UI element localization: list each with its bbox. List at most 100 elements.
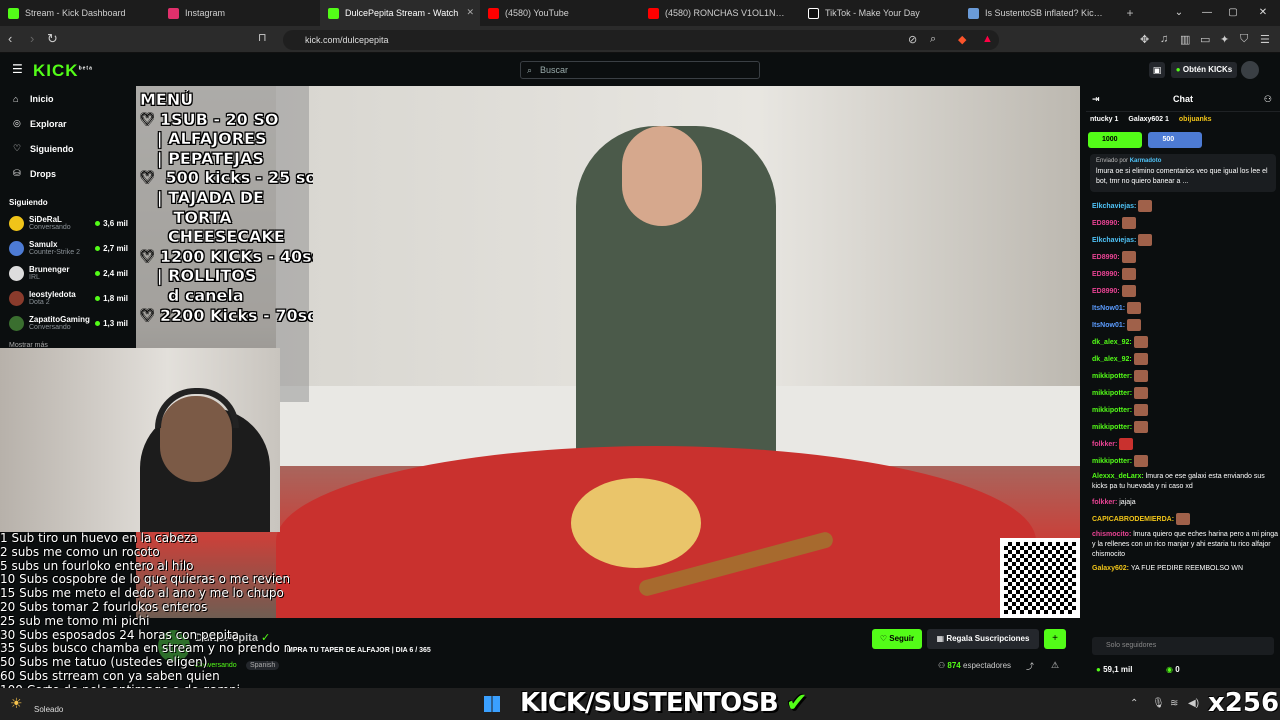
chat-username[interactable]: mikkipotter:	[1092, 407, 1132, 414]
chat-username[interactable]: Galaxy602:	[1092, 565, 1129, 572]
brave-shield-icon[interactable]: ◆	[958, 33, 966, 46]
chat-panel: ⇥ Chat ⚇ ntucky 1 Galaxy602 1 obijuanks …	[1086, 86, 1280, 688]
weather-label[interactable]: Soleado	[34, 705, 63, 714]
browser-tab-bar: Stream - Kick Dashboard Instagram DulceP…	[0, 0, 1280, 26]
collapse-chat-icon[interactable]: ⇥	[1092, 86, 1100, 112]
chat-username[interactable]: ED8990:	[1092, 271, 1120, 278]
zoom-icon[interactable]: ⌕	[930, 33, 936, 46]
rewards-icon[interactable]: ▲	[982, 33, 993, 45]
wifi-icon[interactable]: ≋	[1170, 698, 1178, 709]
chat-username[interactable]: mikkipotter:	[1092, 424, 1132, 431]
chat-username[interactable]: chismocito:	[1092, 531, 1131, 538]
browser-tab[interactable]: Instagram	[160, 0, 320, 26]
browser-tab[interactable]: Is SustentoSB inflated? Kick eng	[960, 0, 1120, 26]
followed-channel[interactable]: Brunenger IRL 2,4 mil	[0, 263, 136, 288]
browser-tab[interactable]: Stream - Kick Dashboard	[0, 0, 160, 26]
sidebar-item-siguiendo[interactable]: ♡ Siguiendo	[0, 136, 136, 161]
browser-tab[interactable]: (4580) RONCHAS V1OL1N - PIURA	[640, 0, 800, 26]
avatar[interactable]	[1241, 61, 1259, 79]
browser-tab-active[interactable]: DulcePepita Stream - Watch ✕	[320, 0, 480, 26]
chat-username[interactable]: Elkchaviejas:	[1092, 203, 1136, 210]
chat-username[interactable]: Elkchaviejas:	[1092, 237, 1136, 244]
chat-username[interactable]: dk_alex_92:	[1092, 356, 1132, 363]
kick-header: ☰ KICKbeta ⌕ Buscar ▣ ● Obtén KICKs	[0, 53, 1280, 86]
gifter-name[interactable]: Galaxy602 1	[1128, 116, 1168, 128]
chat-input[interactable]: Solo seguidores	[1092, 637, 1274, 655]
forward-icon[interactable]: ›	[30, 31, 34, 46]
tab-search-icon[interactable]: ⌄	[1166, 0, 1192, 26]
mic-icon[interactable]: 🎙	[1152, 698, 1165, 709]
minimize-icon[interactable]: —	[1194, 0, 1220, 26]
chat-message: mikkipotter:	[1092, 419, 1280, 436]
emote-icon	[1121, 268, 1136, 281]
chat-message: ItsNow01:	[1092, 317, 1280, 334]
chat-username[interactable]: mikkipotter:	[1092, 458, 1132, 465]
chat-username[interactable]: Alexxx_deLarx:	[1092, 473, 1144, 480]
close-window-icon[interactable]: ✕	[1250, 0, 1276, 26]
menu-icon[interactable]: ☰	[1260, 33, 1270, 46]
chat-username[interactable]: mikkipotter:	[1092, 390, 1132, 397]
bookmark-icon[interactable]: ⊓	[258, 31, 267, 44]
chat-users-icon[interactable]: ⚇	[1264, 86, 1272, 112]
chat-username[interactable]: dk_alex_92:	[1092, 339, 1132, 346]
emote-icon	[1134, 455, 1149, 468]
kicks-icon: ●	[1096, 665, 1101, 674]
reload-icon[interactable]: ↻	[47, 31, 58, 47]
eye-off-icon[interactable]: ⊘	[908, 33, 917, 46]
sidebar-item-drops[interactable]: ⛁ Drops	[0, 161, 136, 186]
hamburger-menu-icon[interactable]: ☰	[12, 62, 23, 76]
back-icon[interactable]: ‹	[8, 31, 12, 46]
report-icon[interactable]: ⚠	[1051, 660, 1059, 671]
chat-username[interactable]: mikkipotter:	[1092, 373, 1132, 380]
search-input[interactable]: ⌕ Buscar	[520, 61, 760, 79]
gifter-name[interactable]: obijuanks	[1179, 116, 1212, 128]
browser-tab[interactable]: (4580) YouTube	[480, 0, 640, 26]
browser-tab[interactable]: TikTok - Make Your Day	[800, 0, 960, 26]
followed-channel[interactable]: ZapatitoGaming Conversando 1,3 mil	[0, 313, 136, 338]
new-tab-icon[interactable]: +	[1120, 6, 1140, 20]
share-icon[interactable]: ⤴	[1026, 661, 1034, 672]
extensions-icon[interactable]: ✥	[1140, 33, 1149, 46]
chat-username[interactable]: folkker:	[1092, 441, 1117, 448]
menu-line: | ROLLITOS	[140, 266, 257, 286]
points-balance[interactable]: ◉ 0	[1166, 665, 1180, 674]
followed-channel[interactable]: leostyledota Dota 2 1,8 mil	[0, 288, 136, 313]
chat-username[interactable]: ItsNow01:	[1092, 305, 1125, 312]
qr-pattern	[1004, 542, 1076, 614]
ai-icon[interactable]: ✦	[1220, 33, 1229, 46]
chat-username[interactable]: ED8990:	[1092, 220, 1120, 227]
wallet-icon[interactable]: ▭	[1200, 33, 1210, 46]
url-field[interactable]: kick.com/dulcepepita	[283, 30, 999, 50]
chat-username[interactable]: folkker:	[1092, 499, 1117, 506]
maximize-icon[interactable]: ▢	[1220, 0, 1246, 26]
chevron-up-icon[interactable]: ⌃	[1130, 698, 1138, 709]
obtain-kicks-button[interactable]: ● Obtén KICKs	[1171, 62, 1237, 78]
kicks-500-button[interactable]: 500	[1148, 132, 1203, 148]
chat-message: Alexxx_deLarx: lmura oe ese galaxi esta …	[1092, 470, 1280, 494]
support-button[interactable]: +	[1044, 629, 1066, 649]
chat-username[interactable]: ED8990:	[1092, 254, 1120, 261]
followed-channel[interactable]: Samulx Counter-Strike 2 2,7 mil	[0, 238, 136, 263]
kick-logo[interactable]: KICKbeta	[33, 61, 93, 81]
chat-username[interactable]: ED8990:	[1092, 288, 1120, 295]
chat-username[interactable]: CAPICABRODEMIERDA:	[1092, 516, 1174, 523]
sidebar-item-explorar[interactable]: ◎ Explorar	[0, 111, 136, 136]
vpn-icon[interactable]: ⛉	[1240, 33, 1248, 46]
theater-mode-icon[interactable]: ▣	[1149, 62, 1165, 78]
emote-icon	[1138, 234, 1153, 247]
kicks-1000-button[interactable]: 1000	[1088, 132, 1142, 148]
followed-channel[interactable]: SiDeRaL Conversando 3,6 mil	[0, 213, 136, 238]
volume-icon[interactable]: ◀)	[1188, 698, 1199, 709]
chat-username[interactable]: ItsNow01:	[1092, 322, 1125, 329]
sidebar-item-inicio[interactable]: ⌂ Inicio	[0, 86, 136, 111]
close-icon[interactable]: ✕	[466, 7, 474, 18]
emote-icon	[1127, 319, 1142, 332]
gift-subs-button[interactable]: ▦ Regala Suscripciones	[927, 629, 1039, 649]
windows-start-icon[interactable]	[484, 696, 500, 712]
pinned-by-user[interactable]: Karmadoto	[1130, 158, 1162, 164]
gifter-name[interactable]: ntucky 1	[1090, 116, 1118, 128]
media-icon[interactable]: ♫	[1160, 33, 1168, 45]
kicks-balance[interactable]: ● 59,1 mil	[1096, 665, 1132, 674]
follow-button[interactable]: ♡ Seguir	[872, 629, 922, 649]
sidebar-icon[interactable]: ▥	[1180, 33, 1190, 46]
